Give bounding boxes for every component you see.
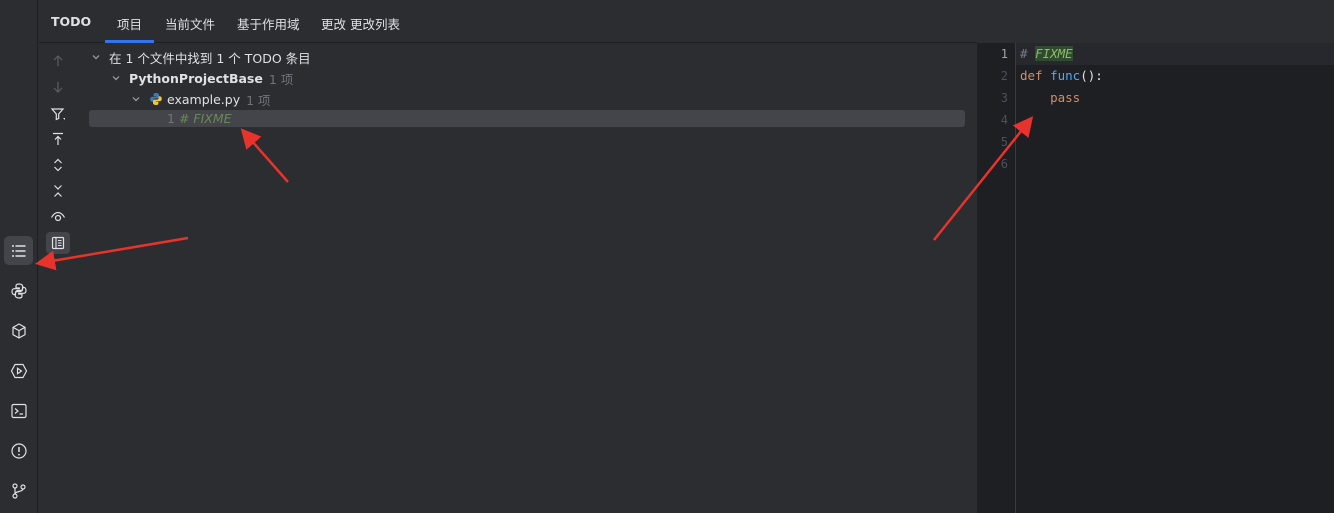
file-item-count: 1 项 (246, 92, 271, 108)
code-line-2: def func(): (1020, 68, 1103, 83)
run-button[interactable] (4, 356, 33, 385)
tree-file-row[interactable]: example.py 1 项 (129, 89, 271, 109)
chevron-down-icon[interactable] (129, 94, 143, 104)
editor-preview[interactable]: 1 2 3 4 5 6 # FIXME def func(): pass (977, 43, 1334, 513)
line-number: 6 (1000, 157, 1008, 171)
code-line-1: # FIXME (1020, 46, 1073, 61)
collapse-all-icon (54, 185, 62, 197)
run-icon (10, 363, 27, 378)
python-packages-button[interactable] (4, 276, 33, 305)
chevron-down-icon[interactable] (109, 73, 123, 83)
pass-keyword: pass (1050, 90, 1081, 105)
problems-icon (10, 442, 27, 459)
group-by-icon (51, 236, 65, 250)
group-by-modules-button[interactable] (46, 232, 70, 254)
todo-item-line-number: 1 (167, 110, 175, 126)
tab-changelist[interactable]: 更改 更改列表 (321, 14, 400, 33)
line-number: 3 (1000, 91, 1008, 105)
fixme-comment: FIXME (1035, 46, 1073, 61)
def-keyword: def (1020, 68, 1043, 83)
collapse-all-button[interactable] (46, 180, 70, 202)
tab-project[interactable]: 项目 (104, 14, 155, 43)
line-number-gutter: 1 2 3 4 5 6 (978, 43, 1016, 513)
expand-all-button[interactable] (46, 154, 70, 176)
python-packages-icon (10, 282, 27, 299)
filter-icon (50, 108, 65, 121)
terminal-button[interactable] (4, 396, 33, 425)
autoscroll-to-source-button[interactable] (46, 128, 70, 150)
line-number: 1 (1000, 47, 1008, 61)
tab-scope-based[interactable]: 基于作用域 (237, 14, 300, 33)
python-file-icon (149, 92, 163, 106)
arrow-up-icon (53, 55, 63, 66)
summary-text: 在 1 个文件中找到 1 个 TODO 条目 (109, 50, 311, 66)
project-name: PythonProjectBase (129, 70, 263, 86)
filter-button[interactable] (46, 103, 70, 125)
todo-tool-window: TODO 项目 当前文件 基于作用域 更改 更改列表 在 1 个文件中找到 1 … (39, 0, 977, 513)
todo-item-text: # FIXME (178, 110, 232, 126)
left-tool-stripe (0, 0, 38, 513)
preview-source-button[interactable] (46, 206, 70, 228)
autoscroll-icon (53, 132, 63, 145)
line-number: 2 (1000, 69, 1008, 83)
tree-project-row[interactable]: PythonProjectBase 1 项 (109, 68, 293, 88)
tool-window-header: TODO 项目 当前文件 基于作用域 更改 更改列表 (39, 0, 977, 43)
line-number: 4 (1000, 113, 1008, 127)
services-icon (11, 322, 26, 339)
comment-hash: # (1020, 46, 1036, 61)
previous-occurrence-button[interactable] (46, 50, 70, 72)
next-occurrence-button[interactable] (46, 76, 70, 98)
function-signature: (): (1080, 68, 1103, 83)
todo-toolwindow-button[interactable] (4, 236, 33, 265)
preview-icon (50, 211, 66, 222)
git-icon (11, 482, 26, 499)
chevron-down-icon[interactable] (89, 52, 103, 62)
line-number: 5 (1000, 135, 1008, 149)
expand-all-icon (54, 158, 62, 172)
todo-list-icon (11, 244, 26, 257)
arrow-down-icon (53, 82, 63, 93)
code-line-3: pass (1020, 90, 1080, 105)
git-button[interactable] (4, 476, 33, 505)
tree-summary-row[interactable]: 在 1 个文件中找到 1 个 TODO 条目 (89, 47, 311, 67)
tab-current-file[interactable]: 当前文件 (165, 14, 215, 33)
function-name: func (1050, 68, 1081, 83)
terminal-icon (10, 403, 27, 418)
services-button[interactable] (4, 316, 33, 345)
problems-button[interactable] (4, 436, 33, 465)
tool-window-title: TODO (51, 14, 92, 29)
file-name: example.py (167, 91, 241, 107)
todo-item-row[interactable]: 1 # FIXME (167, 108, 232, 128)
project-item-count: 1 项 (268, 71, 294, 87)
